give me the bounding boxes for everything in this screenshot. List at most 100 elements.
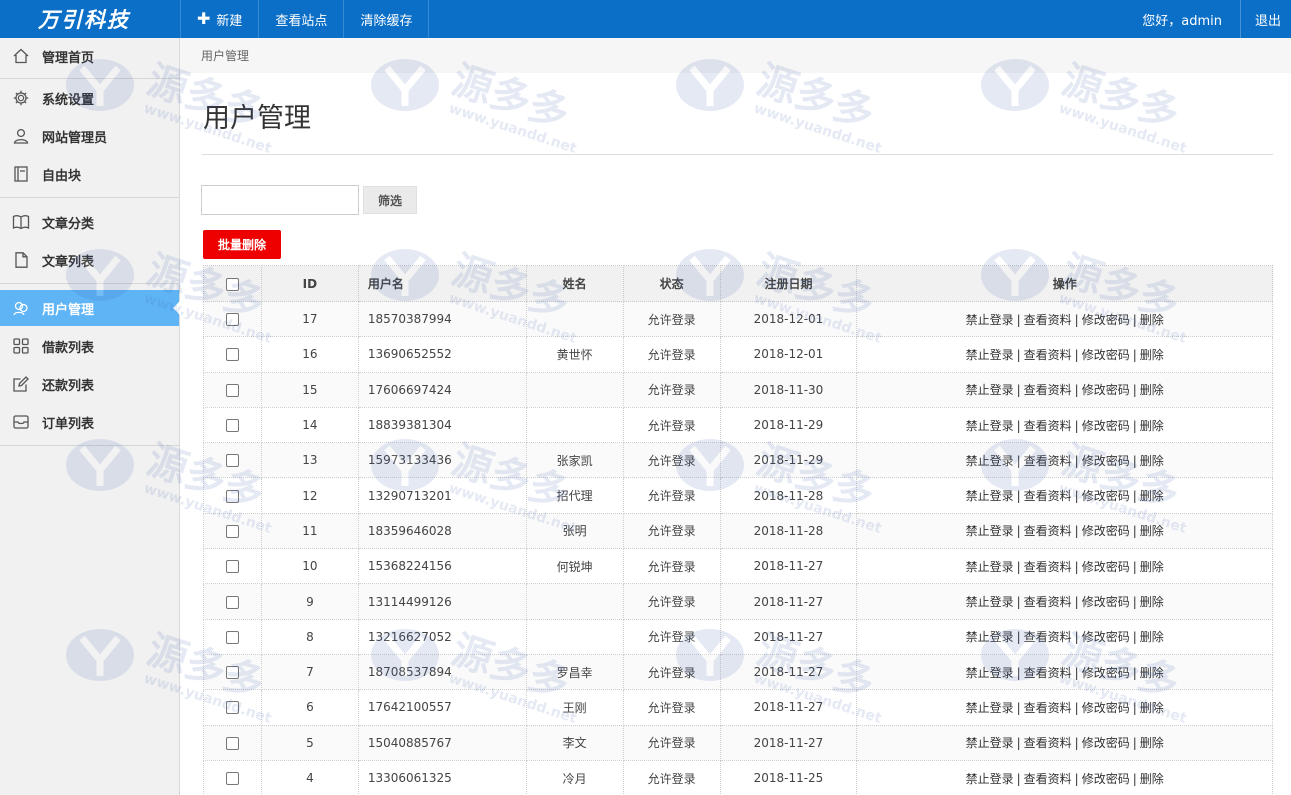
- ban-login-link[interactable]: 禁止登录: [966, 348, 1014, 362]
- change-password-link[interactable]: 修改密码: [1082, 524, 1130, 538]
- filter-button[interactable]: 筛选: [363, 186, 417, 214]
- ban-login-link[interactable]: 禁止登录: [966, 419, 1014, 433]
- cell-actions: 禁止登录 | 查看资料 | 修改密码 | 删除: [856, 759, 1273, 795]
- change-password-link[interactable]: 修改密码: [1082, 454, 1130, 468]
- sidebar-item-settings[interactable]: 系统设置: [0, 80, 179, 116]
- row-checkbox[interactable]: [225, 666, 239, 680]
- ban-login-link[interactable]: 禁止登录: [966, 313, 1014, 327]
- view-profile-link[interactable]: 查看资料: [1024, 772, 1072, 786]
- ban-login-link[interactable]: 禁止登录: [966, 772, 1014, 786]
- change-password-link[interactable]: 修改密码: [1082, 595, 1130, 609]
- change-password-link[interactable]: 修改密码: [1082, 313, 1130, 327]
- view-profile-link[interactable]: 查看资料: [1024, 454, 1072, 468]
- row-checkbox[interactable]: [225, 348, 239, 362]
- cell-name: [525, 406, 624, 444]
- row-checkbox[interactable]: [225, 489, 239, 503]
- change-password-link[interactable]: 修改密码: [1082, 348, 1130, 362]
- row-select-cell: [203, 371, 262, 408]
- sidebar-item-free-block[interactable]: 自由块: [0, 156, 179, 192]
- logout-button[interactable]: 退出: [1239, 0, 1291, 38]
- ban-login-link[interactable]: 禁止登录: [966, 524, 1014, 538]
- clear-cache-button[interactable]: 清除缓存: [343, 0, 430, 38]
- row-checkbox[interactable]: [225, 736, 239, 750]
- ban-login-link[interactable]: 禁止登录: [966, 666, 1014, 680]
- row-checkbox[interactable]: [225, 772, 239, 785]
- change-password-link[interactable]: 修改密码: [1082, 489, 1130, 503]
- delete-link[interactable]: 删除: [1140, 595, 1164, 609]
- view-profile-link[interactable]: 查看资料: [1024, 736, 1072, 750]
- sidebar-item-repayments[interactable]: 还款列表: [0, 366, 179, 402]
- view-profile-link[interactable]: 查看资料: [1024, 313, 1072, 327]
- delete-link[interactable]: 删除: [1140, 348, 1164, 362]
- ban-login-link[interactable]: 禁止登录: [966, 630, 1014, 644]
- row-checkbox[interactable]: [225, 630, 239, 644]
- sidebar-item-admins[interactable]: 网站管理员: [0, 118, 179, 154]
- delete-link[interactable]: 删除: [1140, 630, 1164, 644]
- view-profile-link[interactable]: 查看资料: [1024, 595, 1072, 609]
- change-password-link[interactable]: 修改密码: [1082, 736, 1130, 750]
- view-profile-link[interactable]: 查看资料: [1024, 630, 1072, 644]
- sidebar-item-orders[interactable]: 订单列表: [0, 404, 179, 440]
- filter-input[interactable]: [201, 185, 359, 215]
- cell-register-date: 2018-11-29: [719, 442, 858, 479]
- view-profile-link[interactable]: 查看资料: [1024, 701, 1072, 715]
- delete-link[interactable]: 删除: [1140, 419, 1164, 433]
- select-all-checkbox[interactable]: [225, 277, 239, 291]
- change-password-link[interactable]: 修改密码: [1082, 419, 1130, 433]
- sidebar-item-article-categories[interactable]: 文章分类: [0, 204, 179, 240]
- row-checkbox[interactable]: [225, 595, 239, 609]
- view-profile-link[interactable]: 查看资料: [1024, 419, 1072, 433]
- delete-link[interactable]: 删除: [1140, 454, 1164, 468]
- ban-login-link[interactable]: 禁止登录: [966, 736, 1014, 750]
- delete-link[interactable]: 删除: [1140, 666, 1164, 680]
- change-password-link[interactable]: 修改密码: [1082, 383, 1130, 397]
- new-button[interactable]: ✚ 新建: [180, 0, 258, 38]
- delete-link[interactable]: 删除: [1140, 701, 1164, 715]
- row-checkbox[interactable]: [225, 560, 239, 574]
- change-password-link[interactable]: 修改密码: [1082, 630, 1130, 644]
- row-checkbox[interactable]: [225, 701, 239, 715]
- delete-link[interactable]: 删除: [1140, 772, 1164, 786]
- change-password-link[interactable]: 修改密码: [1082, 772, 1130, 786]
- delete-link[interactable]: 删除: [1140, 489, 1164, 503]
- table-row: 8 13216627052 允许登录 2018-11-27 禁止登录 | 查看资料 | 修改密码…: [203, 618, 1273, 655]
- delete-link[interactable]: 删除: [1140, 383, 1164, 397]
- row-checkbox[interactable]: [225, 313, 239, 327]
- change-password-link[interactable]: 修改密码: [1082, 701, 1130, 715]
- ban-login-link[interactable]: 禁止登录: [966, 489, 1014, 503]
- batch-delete-button[interactable]: 批量删除: [203, 230, 281, 259]
- cell-status: 允许登录: [622, 406, 721, 444]
- sidebar-item-loans[interactable]: 借款列表: [0, 328, 179, 364]
- sidebar-item-home[interactable]: 管理首页: [0, 38, 179, 74]
- sidebar-item-article-list[interactable]: 文章列表: [0, 242, 179, 278]
- ban-login-link[interactable]: 禁止登录: [966, 560, 1014, 574]
- breadcrumb-item[interactable]: 用户管理: [201, 47, 249, 64]
- delete-link[interactable]: 删除: [1140, 313, 1164, 327]
- delete-link[interactable]: 删除: [1140, 560, 1164, 574]
- cell-status: 允许登录: [622, 442, 721, 479]
- row-checkbox[interactable]: [225, 383, 239, 397]
- ban-login-link[interactable]: 禁止登录: [966, 383, 1014, 397]
- view-profile-link[interactable]: 查看资料: [1024, 666, 1072, 680]
- view-profile-link[interactable]: 查看资料: [1024, 383, 1072, 397]
- ban-login-link[interactable]: 禁止登录: [966, 701, 1014, 715]
- delete-link[interactable]: 删除: [1140, 736, 1164, 750]
- sidebar-item-users[interactable]: 用户管理: [0, 290, 180, 326]
- row-checkbox[interactable]: [225, 524, 239, 538]
- ban-login-link[interactable]: 禁止登录: [966, 595, 1014, 609]
- view-profile-link[interactable]: 查看资料: [1024, 560, 1072, 574]
- cell-id: 5: [260, 724, 359, 761]
- cell-id: 16: [260, 336, 359, 373]
- cell-register-date: 2018-11-29: [719, 406, 858, 444]
- view-site-button[interactable]: 查看站点: [258, 0, 343, 38]
- view-profile-link[interactable]: 查看资料: [1024, 348, 1072, 362]
- row-checkbox[interactable]: [225, 419, 239, 433]
- change-password-link[interactable]: 修改密码: [1082, 560, 1130, 574]
- change-password-link[interactable]: 修改密码: [1082, 666, 1130, 680]
- view-profile-link[interactable]: 查看资料: [1024, 524, 1072, 538]
- delete-link[interactable]: 删除: [1140, 524, 1164, 538]
- ban-login-link[interactable]: 禁止登录: [966, 454, 1014, 468]
- view-profile-link[interactable]: 查看资料: [1024, 489, 1072, 503]
- row-checkbox[interactable]: [225, 454, 239, 468]
- table-row: 15 17606697424 允许登录 2018-11-30 禁止登录 | 查看资料 | 修改密…: [203, 371, 1273, 408]
